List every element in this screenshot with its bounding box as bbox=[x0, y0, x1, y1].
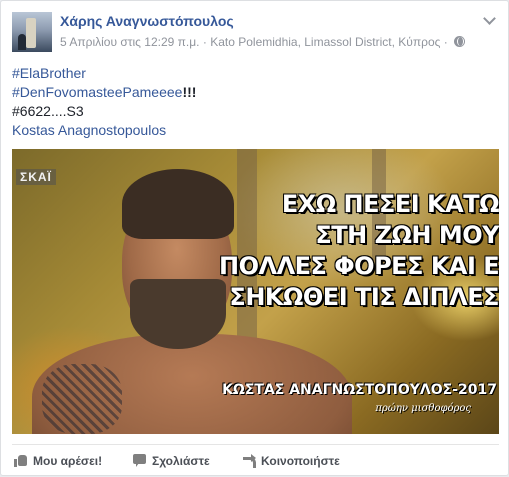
post-photo[interactable]: ΣΚΑΪ ΕΧΩ ΠΕΣΕΙ ΚΑΤΩ ΣΤΗ ΖΩΗ ΜΟΥ ΠΟΛΛΕΣ Φ… bbox=[12, 149, 499, 434]
post-text: #ElaBrother #DenFovomasteePameeee!!! #66… bbox=[12, 64, 196, 140]
action-bar: Μου αρέσει! Σχολιάστε Κοινοποιήστε bbox=[12, 444, 499, 477]
comment-button[interactable]: Σχολιάστε bbox=[133, 454, 210, 468]
comment-icon bbox=[133, 454, 147, 467]
mention-link[interactable]: Kostas Anagnostopoulos bbox=[12, 122, 166, 138]
channel-logo: ΣΚΑΪ bbox=[16, 169, 56, 185]
quote-line: ΕΧΩ ΠΕΣΕΙ ΚΑΤΩ bbox=[281, 190, 499, 218]
comment-label: Σχολιάστε bbox=[152, 454, 210, 468]
avatar[interactable] bbox=[12, 12, 52, 52]
avatar-tower bbox=[26, 18, 36, 48]
photo-quote: ΕΧΩ ΠΕΣΕΙ ΚΑΤΩ ΣΤΗ ΖΩΗ ΜΟΥ ΠΟΛΛΕΣ ΦΟΡΕΣ … bbox=[219, 189, 499, 313]
like-icon bbox=[14, 454, 28, 467]
share-button[interactable]: Κοινοποιήστε bbox=[242, 454, 340, 468]
globe-icon[interactable] bbox=[454, 36, 466, 47]
post-text-suffix: ....S3 bbox=[50, 103, 84, 119]
tattoo bbox=[42, 364, 122, 434]
person-hair bbox=[122, 169, 234, 239]
photo-caption-subtitle: πρώην μισθοφόρος bbox=[375, 403, 471, 414]
post-date[interactable]: 5 Απριλίου στις 12:29 π.μ. bbox=[60, 35, 200, 49]
avatar-figure bbox=[18, 34, 26, 50]
post-meta: 5 Απριλίου στις 12:29 π.μ. · Kato Polemi… bbox=[60, 35, 466, 49]
share-icon bbox=[242, 454, 256, 468]
meta-separator: · bbox=[202, 35, 207, 49]
like-button[interactable]: Μου αρέσει! bbox=[14, 454, 102, 468]
post-location[interactable]: Kato Polemidhia, Limassol District, Κύπρ… bbox=[210, 35, 440, 49]
share-label: Κοινοποιήστε bbox=[261, 454, 340, 468]
meta-separator: · bbox=[443, 35, 448, 49]
hashtag-link[interactable]: #ElaBrother bbox=[12, 65, 86, 81]
chevron-down-icon[interactable] bbox=[482, 13, 496, 27]
author-name[interactable]: Χάρης Αναγνωστόπουλος bbox=[60, 13, 234, 29]
quote-line: ΣΗΚΩΘΕΙ ΤΙΣ ΔΙΠΛΕΣ bbox=[229, 283, 499, 311]
hashtag-plain[interactable]: #6622 bbox=[12, 103, 51, 119]
photo-caption-name: ΚΩΣΤΑΣ ΑΝΑΓΝΩΣΤΟΠΟΥΛΟΣ-2017 bbox=[222, 382, 497, 398]
quote-line: ΠΟΛΛΕΣ ΦΟΡΕΣ ΚΑΙ ΕΧΩ bbox=[219, 252, 499, 280]
person-beard bbox=[130, 279, 226, 349]
hashtag-link[interactable]: #DenFovomasteePameeee bbox=[12, 84, 182, 100]
like-label: Μου αρέσει! bbox=[33, 454, 103, 468]
quote-line: ΣΤΗ ΖΩΗ ΜΟΥ bbox=[315, 221, 499, 249]
post-text-exclaim: !!! bbox=[182, 84, 197, 100]
post-card: Χάρης Αναγνωστόπουλος 5 Απριλίου στις 12… bbox=[0, 0, 509, 476]
